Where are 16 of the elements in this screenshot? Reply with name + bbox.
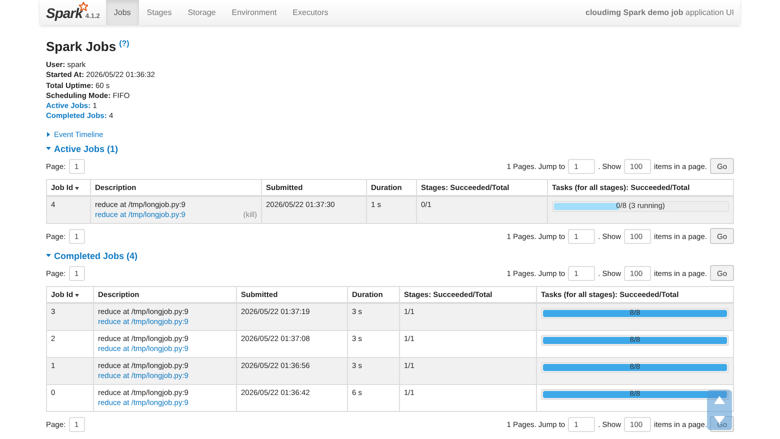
page-title: Spark Jobs [46, 39, 116, 54]
caret-icon [46, 253, 51, 258]
down-arrow-icon[interactable] [714, 416, 725, 424]
app-title: cloudimg Spark demo job application UI [586, 7, 735, 19]
nav-tab[interactable]: Environment [224, 0, 285, 25]
nav-tab[interactable]: Jobs [106, 0, 139, 25]
logo-text: Spark [46, 4, 82, 20]
up-arrow-icon[interactable] [714, 396, 725, 404]
nav-tab[interactable]: Stages [138, 0, 180, 25]
help-link[interactable]: (?) [119, 39, 130, 48]
section-heading[interactable]: Active Jobs (1) [46, 144, 118, 154]
section-heading[interactable]: Completed Jobs (4) [46, 250, 138, 261]
nav-tab[interactable]: Executors [284, 0, 336, 25]
nav-tab[interactable]: Storage [180, 0, 224, 25]
caret-icon [46, 146, 51, 152]
caret-icon [46, 132, 51, 137]
